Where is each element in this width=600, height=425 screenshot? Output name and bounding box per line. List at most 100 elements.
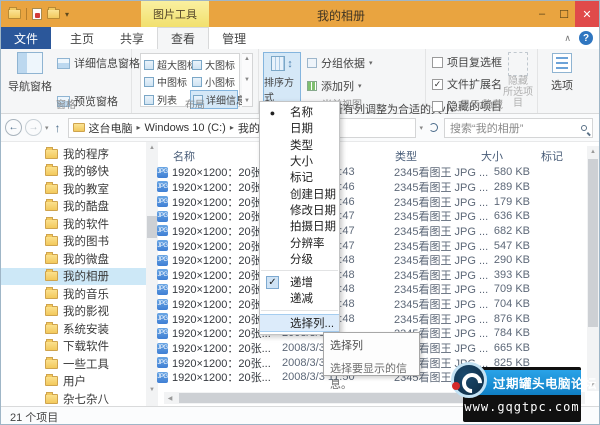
sidebar-item-我的够快[interactable]: 我的够快 (1, 163, 146, 181)
unchecked-checkbox-icon[interactable] (432, 56, 443, 68)
cell-size: 709 KB (493, 283, 530, 296)
menu-item-拍摄日期[interactable]: 拍摄日期 (260, 218, 339, 234)
sidebar-item-我的程序[interactable]: 我的程序 (1, 145, 146, 163)
tab-管理[interactable]: 管理 (209, 27, 259, 49)
sidebar-item-我的相册[interactable]: 我的相册 (1, 267, 146, 285)
sidebar-item-我的影视[interactable]: 我的影视 (1, 303, 146, 321)
menu-item-创建日期[interactable]: 创建日期 (260, 185, 339, 201)
checkbox-项目复选框[interactable]: 项目复选框 (432, 54, 502, 70)
help-icon[interactable]: ? (579, 31, 593, 45)
menu-item-分级[interactable]: 分级 (260, 251, 339, 267)
tab-共享[interactable]: 共享 (107, 27, 157, 49)
sidebar-item-label: 我的音乐 (63, 288, 109, 301)
sidebar-item-label: 杂七杂八 (63, 393, 109, 406)
sidebar-item-label: 我的教室 (63, 183, 109, 196)
jpg-file-icon: JPG (157, 327, 168, 339)
vscroll-up-icon[interactable]: ▲ (587, 146, 599, 158)
navigation-pane-button[interactable]: 导航窗格 (7, 52, 53, 94)
file-list-vscrollbar[interactable]: ▲ ▼ (587, 146, 599, 391)
minimize-ribbon-icon[interactable]: ∧ (564, 33, 571, 44)
vscroll-thumb[interactable] (588, 159, 598, 327)
details-pane-button[interactable]: 详细信息窗格 (57, 55, 140, 71)
menu-item-标记[interactable]: 标记 (260, 169, 339, 185)
sidebar-item-我的酷盘[interactable]: 我的酷盘 (1, 198, 146, 216)
new-folder-icon[interactable] (47, 7, 60, 19)
close-button[interactable]: ✕ (575, 1, 599, 27)
checkbox-文件扩展名[interactable]: ✓ 文件扩展名 (432, 76, 502, 92)
qat-customize-caret-icon[interactable]: ▾ (65, 10, 69, 19)
cell-type: 2345看图王 JPG ... (394, 313, 489, 326)
gallery-up-icon[interactable]: ▲ (244, 56, 250, 62)
add-columns-icon (307, 81, 317, 91)
menu-item-选择列...[interactable]: 选择列... (260, 313, 339, 332)
properties-icon[interactable] (32, 8, 42, 20)
layout-option-0[interactable]: 超大图标 (142, 56, 197, 73)
table-row[interactable]: JPG1920×1200：20张...2008/3/3 11:462345看图王… (155, 180, 587, 195)
tab-文件[interactable]: 文件 (1, 27, 52, 49)
breadcrumb[interactable]: 这台电脑▸Windows 10 (C:)▸我的相册 (67, 117, 416, 138)
column-header-type[interactable]: 类型 (395, 148, 417, 164)
table-row[interactable]: JPG1920×1200：20张...2008/3/3 11:472345看图王… (155, 224, 587, 239)
menu-item-日期[interactable]: 日期 (260, 120, 339, 136)
sidebar-item-用户[interactable]: 用户 (1, 373, 146, 391)
checkbox-label: 项目复选框 (447, 57, 502, 69)
menu-item-递减[interactable]: 递减 (260, 290, 339, 306)
sidebar-item-系统安装[interactable]: 系统安装 (1, 320, 146, 338)
sidebar-item-杂七杂八[interactable]: 杂七杂八 (1, 390, 146, 406)
layout-option-2[interactable]: 中图标 (142, 73, 190, 90)
tab-主页[interactable]: 主页 (57, 27, 107, 49)
table-row[interactable]: JPG1920×1200：20张...2008/3/3 11:472345看图王… (155, 238, 587, 253)
maximize-button[interactable]: ☐ (553, 1, 575, 27)
table-row[interactable]: JPG1920×1200：20张...2008/3/3 11:482345看图王… (155, 282, 587, 297)
table-row[interactable]: JPG1920×1200：20张...2008/3/3 11:482345看图王… (155, 253, 587, 268)
recent-pages-caret-icon[interactable]: ▾ (45, 124, 49, 132)
hscroll-left-icon[interactable]: ◀ (164, 395, 176, 402)
menu-item-递增[interactable]: ✓ 递增 (260, 274, 339, 290)
sidebar-item-我的图书[interactable]: 我的图书 (1, 233, 146, 251)
menu-item-类型[interactable]: 类型 (260, 137, 339, 153)
column-header-name[interactable]: 名称 (173, 148, 195, 164)
menu-item-大小[interactable]: 大小 (260, 153, 339, 169)
jpg-file-icon: JPG (157, 342, 168, 354)
search-placeholder: 搜索“我的相册” (450, 122, 524, 135)
menu-item-label: 递减 (290, 293, 313, 306)
explorer-icon[interactable] (8, 7, 21, 19)
refresh-icon[interactable] (429, 123, 439, 132)
table-row[interactable]: JPG1920×1200：20张...2008/3/3 11:462345看图王… (155, 194, 587, 209)
sidebar-item-我的微盘[interactable]: 我的微盘 (1, 250, 146, 268)
table-row[interactable]: JPG1920×1200：20张...2008/3/3 11:482345看图王… (155, 267, 587, 282)
search-icon[interactable] (581, 124, 588, 131)
layout-option-3[interactable]: 小图标 (190, 73, 238, 90)
menu-item-分辨率[interactable]: 分辨率 (260, 234, 339, 250)
cell-type: 2345看图王 JPG ... (394, 181, 489, 194)
sidebar-item-label: 我的够快 (63, 166, 109, 179)
minimize-button[interactable]: – (531, 1, 553, 27)
sidebar-item-label: 用户 (63, 376, 86, 389)
up-button[interactable]: ↑ (52, 121, 64, 135)
table-row[interactable]: JPG1920×1200：20张...2008/3/3 11:482345看图王… (155, 311, 587, 326)
back-button[interactable]: ← (5, 119, 22, 136)
sidebar-item-我的软件[interactable]: 我的软件 (1, 215, 146, 233)
layout-option-1[interactable]: 大图标 (190, 56, 238, 73)
checked-checkbox-icon[interactable]: ✓ (432, 78, 443, 90)
breadcrumb-item[interactable]: Windows 10 (C:) (145, 122, 226, 134)
sidebar-item-我的教室[interactable]: 我的教室 (1, 180, 146, 198)
options-button[interactable]: 选项 (546, 53, 578, 93)
breadcrumb-item[interactable]: 这台电脑 (89, 120, 133, 136)
menu-item-名称[interactable]: ● 名称 (260, 104, 339, 120)
menu-item-修改日期[interactable]: 修改日期 (260, 202, 339, 218)
search-input[interactable]: 搜索“我的相册” (444, 117, 594, 138)
checkmark-icon: ✓ (266, 275, 279, 289)
column-header-size[interactable]: 大小 (481, 148, 503, 164)
table-row[interactable]: JPG1920×1200：20张...2008/3/3 11:432345看图王… (155, 165, 587, 180)
menu-item-label: 分辨率 (290, 237, 325, 250)
address-dropdown-caret-icon[interactable]: ▾ (420, 124, 424, 132)
sidebar-item-我的音乐[interactable]: 我的音乐 (1, 285, 146, 303)
table-row[interactable]: JPG1920×1200：20张...2008/3/3 11:482345看图王… (155, 297, 587, 312)
gallery-down-icon[interactable]: ▼ (244, 77, 250, 83)
sidebar-item-下载软件[interactable]: 下载软件 (1, 338, 146, 356)
column-header-tags[interactable]: 标记 (541, 148, 563, 164)
table-row[interactable]: JPG1920×1200：20张...2008/3/3 11:472345看图王… (155, 209, 587, 224)
sidebar-item-一些工具[interactable]: 一些工具 (1, 355, 146, 373)
tab-查看[interactable]: 查看 (157, 27, 210, 49)
